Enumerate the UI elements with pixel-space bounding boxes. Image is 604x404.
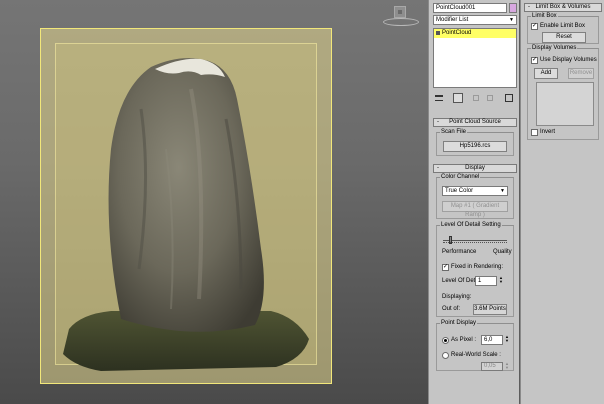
points-total-readout: 3.6M Points — [473, 304, 507, 315]
real-world-radio[interactable] — [442, 352, 449, 359]
rollout-point-cloud-source[interactable]: - Point Cloud Source — [433, 118, 517, 127]
modifier-panel: PointCloud001 Modifier List ▼ PointCloud… — [428, 0, 519, 404]
performance-label: Performance — [442, 249, 477, 255]
lod-input[interactable]: 1 — [475, 276, 497, 286]
configure-sets-icon[interactable] — [505, 94, 513, 102]
reset-button[interactable]: Reset — [542, 32, 586, 43]
invert-checkbox[interactable] — [531, 129, 538, 136]
group-title: Limit Box — [531, 13, 558, 20]
show-end-result-icon[interactable] — [453, 93, 463, 103]
enable-limit-label: Enable Limit Box — [540, 23, 586, 29]
chevron-down-icon: ▼ — [500, 188, 505, 194]
stack-item-label: PointCloud — [442, 30, 472, 36]
color-channel-dropdown[interactable]: True Color ▼ — [442, 186, 508, 196]
display-volumes-group: Display Volumes ✓ Use Display Volumes Ad… — [527, 45, 599, 140]
fixed-rendering-checkbox[interactable]: ✓ — [442, 264, 449, 271]
collapse-icon: - — [528, 4, 530, 10]
use-display-volumes-label: Use Display Volumes — [540, 57, 597, 63]
as-pixel-radio[interactable] — [442, 337, 449, 344]
displaying-label: Displaying: — [442, 294, 472, 300]
as-pixel-spinner[interactable]: ▲ ▼ — [504, 335, 510, 345]
lod-slider-track[interactable] — [443, 240, 507, 241]
rollout-title: Point Cloud Source — [449, 119, 501, 125]
viewcube-icon[interactable] — [383, 4, 419, 26]
group-title: Point Display — [440, 320, 478, 327]
real-world-spinner[interactable]: ▲ ▼ — [504, 362, 510, 371]
point-display-group: Point Display As Pixel : 6,0 ▲ ▼ Real-Wor… — [436, 320, 514, 371]
chevron-down-icon: ▼ — [509, 17, 514, 23]
use-display-volumes-checkbox[interactable]: ✓ — [531, 57, 538, 64]
rollout-display[interactable]: - Display — [433, 164, 517, 173]
pin-stack-icon[interactable] — [435, 95, 443, 101]
limit-box-group: Limit Box ✓ Enable Limit Box Reset — [527, 13, 599, 44]
object-type-icon — [436, 31, 440, 35]
real-world-input[interactable]: 0,05 — [481, 362, 503, 371]
remove-modifier-icon[interactable] — [487, 95, 493, 101]
volumes-list[interactable] — [536, 82, 594, 126]
invert-label: Invert — [540, 129, 556, 135]
color-channel-value: True Color — [445, 188, 474, 194]
map-button[interactable]: Map #1 ( Gradient Ramp ) — [442, 201, 508, 218]
group-title: Display Volumes — [531, 45, 578, 52]
group-title: Scan File — [440, 129, 468, 136]
modifier-list-dropdown[interactable]: Modifier List ▼ — [433, 15, 517, 25]
scan-file-button[interactable]: Hp5196.rcs — [443, 141, 507, 152]
stack-toolbar — [433, 93, 517, 104]
point-cloud-rock[interactable] — [41, 29, 333, 385]
as-pixel-label: As Pixel : — [451, 337, 477, 343]
limit-box-gizmo — [40, 28, 332, 384]
scan-file-group: Scan File Hp5196.rcs — [436, 129, 514, 156]
group-title: Level Of Detail Setting — [440, 222, 502, 229]
rollout-limit-box-volumes[interactable]: - Limit Box & Volumes — [524, 3, 602, 12]
group-title: Color Channel — [440, 174, 481, 181]
object-name-field[interactable]: PointCloud001 — [433, 3, 507, 13]
lod-spinner[interactable]: ▲ ▼ — [498, 276, 504, 286]
collapse-icon: - — [437, 165, 439, 171]
quality-label: Quality — [493, 249, 512, 255]
out-of-label: Out of: — [442, 306, 461, 312]
rollout-title: Display — [465, 165, 485, 171]
real-world-label: Real-World Scale : — [451, 352, 501, 358]
lod-group: Level Of Detail Setting Performance Qual… — [436, 222, 514, 317]
list-item[interactable]: PointCloud — [434, 29, 516, 38]
enable-limit-checkbox[interactable]: ✓ — [531, 23, 538, 30]
modifier-list-label: Modifier List — [436, 17, 469, 23]
object-color-swatch[interactable] — [509, 3, 517, 13]
add-button[interactable]: Add — [534, 68, 558, 79]
lod-slider-ticks — [443, 242, 507, 244]
modifier-stack-list: PointCloud — [433, 28, 517, 88]
as-pixel-input[interactable]: 6,0 — [481, 335, 503, 345]
limit-panel: - Limit Box & Volumes Limit Box ✓ Enable… — [520, 0, 604, 404]
remove-button[interactable]: Remove — [568, 68, 594, 79]
color-channel-group: Color Channel True Color ▼ Map #1 ( Grad… — [436, 174, 514, 219]
make-unique-icon[interactable] — [473, 95, 479, 101]
collapse-icon: - — [437, 119, 439, 125]
perspective-viewport[interactable] — [0, 0, 428, 404]
rollout-title: Limit Box & Volumes — [535, 4, 591, 10]
fixed-rendering-label: Fixed in Rendering: — [451, 264, 504, 270]
